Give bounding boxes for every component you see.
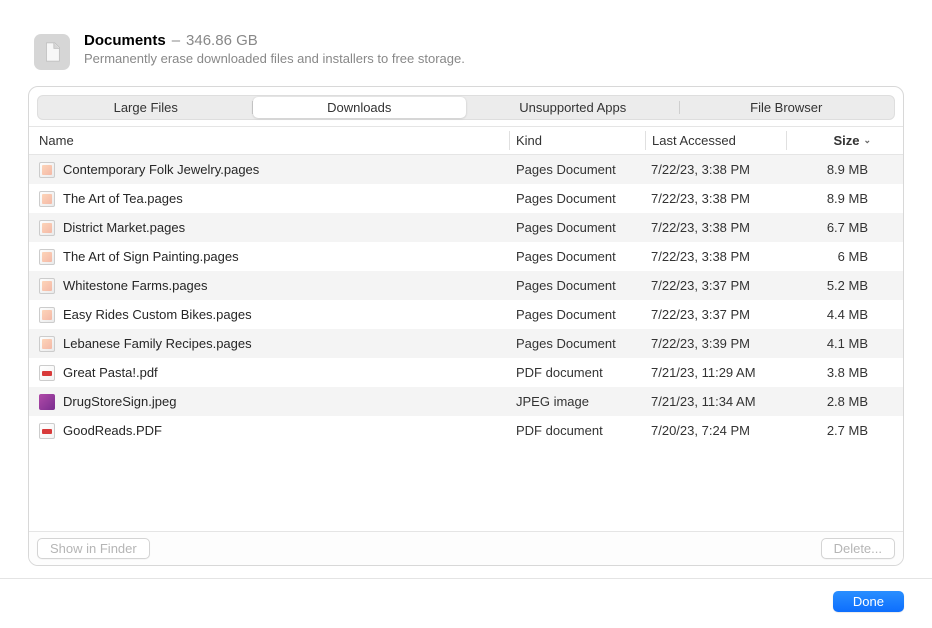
file-name: Easy Rides Custom Bikes.pages — [63, 307, 252, 322]
page-subtitle: Permanently erase downloaded files and i… — [84, 51, 465, 66]
tab-downloads[interactable]: Downloads — [253, 97, 467, 118]
table-row[interactable]: The Art of Tea.pages Pages Document7/22/2… — [29, 184, 903, 213]
file-icon — [39, 220, 55, 236]
file-size: 4.1 MB — [784, 336, 874, 351]
column-name[interactable]: Name — [39, 133, 509, 148]
file-kind: Pages Document — [509, 249, 644, 264]
column-last-accessed[interactable]: Last Accessed — [646, 133, 786, 148]
file-size: 2.8 MB — [784, 394, 874, 409]
file-kind: Pages Document — [509, 278, 644, 293]
file-name: Lebanese Family Recipes.pages — [63, 336, 252, 351]
file-accessed: 7/20/23, 7:24 PM — [644, 423, 784, 438]
table-header: Name Kind Last Accessed Size ⌄ — [29, 126, 903, 155]
chevron-down-icon: ⌄ — [863, 135, 871, 146]
file-accessed: 7/22/23, 3:38 PM — [644, 249, 784, 264]
done-button[interactable]: Done — [833, 591, 904, 612]
file-accessed: 7/22/23, 3:38 PM — [644, 191, 784, 206]
file-icon — [39, 336, 55, 352]
column-kind[interactable]: Kind — [510, 133, 645, 148]
table-row[interactable]: DrugStoreSign.jpeg JPEG image7/21/23, 11:… — [29, 387, 903, 416]
file-name: District Market.pages — [63, 220, 185, 235]
table-row[interactable]: The Art of Sign Painting.pages Pages Docu… — [29, 242, 903, 271]
file-kind: Pages Document — [509, 191, 644, 206]
file-accessed: 7/22/23, 3:38 PM — [644, 162, 784, 177]
file-size: 3.8 MB — [784, 365, 874, 380]
file-kind: Pages Document — [509, 336, 644, 351]
header: Documents – 346.86 GB Permanently erase … — [28, 32, 904, 70]
title-separator: – — [172, 32, 180, 49]
page-title: Documents — [84, 32, 166, 49]
file-size: 6.7 MB — [784, 220, 874, 235]
table-row[interactable]: Contemporary Folk Jewelry.pages Pages Doc… — [29, 155, 903, 184]
file-icon — [39, 365, 55, 381]
file-name: Contemporary Folk Jewelry.pages — [63, 162, 259, 177]
table-row[interactable]: Easy Rides Custom Bikes.pages Pages Docum… — [29, 300, 903, 329]
tab-bar: Large Files Downloads Unsupported Apps F… — [37, 95, 895, 120]
table-row[interactable]: Whitestone Farms.pages Pages Document7/22… — [29, 271, 903, 300]
file-accessed: 7/22/23, 3:39 PM — [644, 336, 784, 351]
tab-file-browser[interactable]: File Browser — [680, 97, 894, 118]
show-in-finder-button[interactable]: Show in Finder — [37, 538, 150, 559]
file-size: 4.4 MB — [784, 307, 874, 322]
file-icon — [39, 249, 55, 265]
file-name: The Art of Sign Painting.pages — [63, 249, 239, 264]
table-row[interactable]: Great Pasta!.pdf PDF document7/21/23, 11:… — [29, 358, 903, 387]
file-kind: Pages Document — [509, 162, 644, 177]
delete-button[interactable]: Delete... — [821, 538, 895, 559]
file-name: Whitestone Farms.pages — [63, 278, 208, 293]
file-accessed: 7/21/23, 11:34 AM — [644, 394, 784, 409]
card-footer: Show in Finder Delete... — [29, 531, 903, 565]
file-accessed: 7/21/23, 11:29 AM — [644, 365, 784, 380]
bottom-bar: Done — [28, 589, 904, 612]
file-icon — [39, 307, 55, 323]
file-icon — [39, 423, 55, 439]
file-icon — [39, 162, 55, 178]
table-row[interactable]: GoodReads.PDF PDF document7/20/23, 7:24 P… — [29, 416, 903, 445]
file-name: The Art of Tea.pages — [63, 191, 183, 206]
tab-large-files[interactable]: Large Files — [39, 97, 253, 118]
table-row[interactable]: Lebanese Family Recipes.pages Pages Docum… — [29, 329, 903, 358]
file-size: 5.2 MB — [784, 278, 874, 293]
file-icon — [39, 191, 55, 207]
file-size: 2.7 MB — [784, 423, 874, 438]
file-name: Great Pasta!.pdf — [63, 365, 158, 380]
storage-documents-window: Documents – 346.86 GB Permanently erase … — [0, 0, 932, 628]
table-row[interactable]: District Market.pages Pages Document7/22/… — [29, 213, 903, 242]
file-size: 8.9 MB — [784, 191, 874, 206]
file-kind: JPEG image — [509, 394, 644, 409]
file-accessed: 7/22/23, 3:38 PM — [644, 220, 784, 235]
separator — [0, 578, 932, 579]
file-size: 8.9 MB — [784, 162, 874, 177]
file-size: 6 MB — [784, 249, 874, 264]
storage-size: 346.86 GB — [186, 32, 258, 49]
file-name: GoodReads.PDF — [63, 423, 162, 438]
documents-icon — [34, 34, 70, 70]
file-kind: Pages Document — [509, 220, 644, 235]
file-kind: PDF document — [509, 423, 644, 438]
content-card: Large Files Downloads Unsupported Apps F… — [28, 86, 904, 566]
column-size[interactable]: Size ⌄ — [787, 133, 877, 148]
file-list: Contemporary Folk Jewelry.pages Pages Doc… — [29, 155, 903, 531]
file-accessed: 7/22/23, 3:37 PM — [644, 307, 784, 322]
file-icon — [39, 394, 55, 410]
file-accessed: 7/22/23, 3:37 PM — [644, 278, 784, 293]
file-icon — [39, 278, 55, 294]
file-kind: PDF document — [509, 365, 644, 380]
file-name: DrugStoreSign.jpeg — [63, 394, 176, 409]
tab-unsupported-apps[interactable]: Unsupported Apps — [466, 97, 680, 118]
file-kind: Pages Document — [509, 307, 644, 322]
